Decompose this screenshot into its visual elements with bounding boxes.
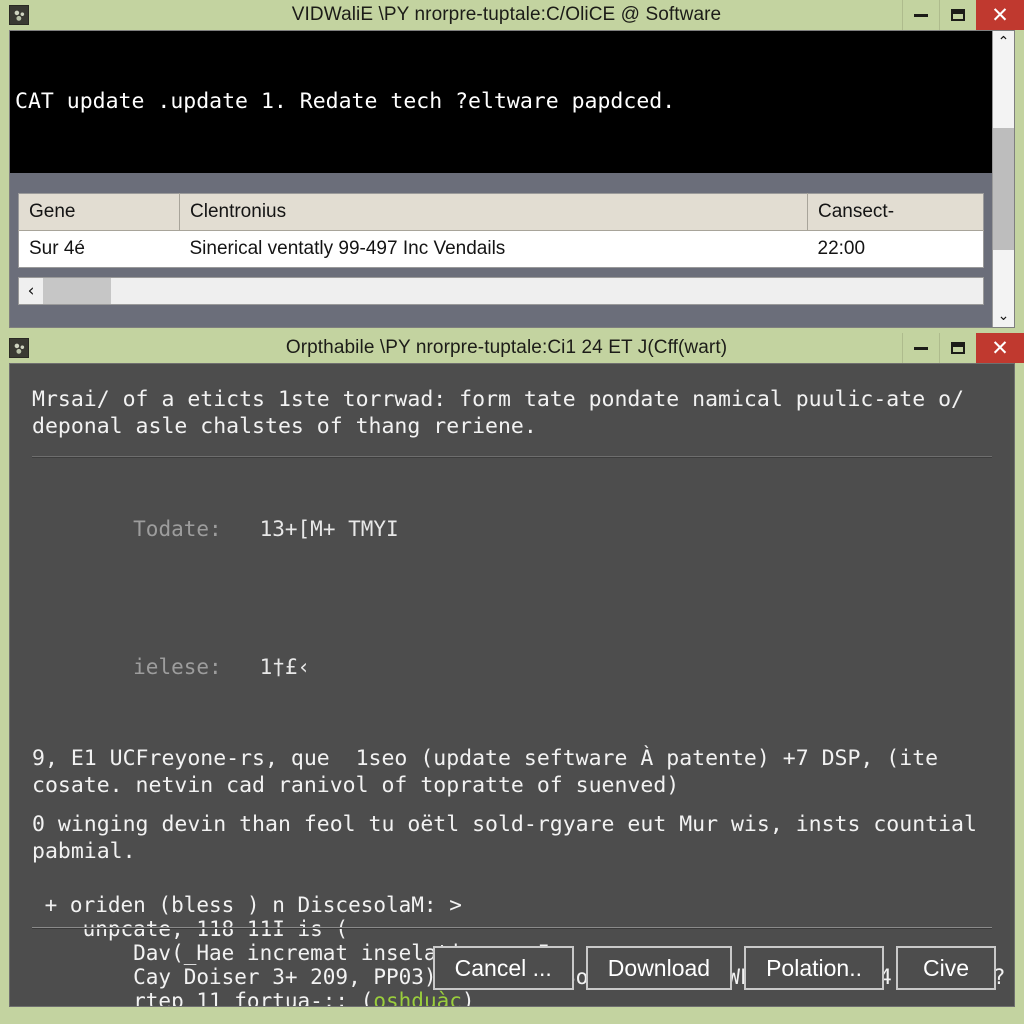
meta-value-ielese: 1†£‹: [259, 655, 311, 679]
code-line-1: + oriden (bless ) n DiscesolaM: >: [32, 893, 462, 917]
scroll-down-icon[interactable]: ⌄: [993, 305, 1014, 327]
dialog-paragraph-1: 9, E1 UCFreyone-rs, que 1seo (update sef…: [32, 746, 939, 798]
maximize-button[interactable]: [939, 333, 976, 363]
code-line-2: unpcate, 118 11I is (: [32, 917, 349, 941]
minimize-icon: [914, 346, 928, 350]
dialog-button-row: Cancel ... Download Polation.. Cive: [432, 946, 996, 990]
table-header-row: Gene Clentronius Cansect-: [18, 193, 984, 231]
cive-button[interactable]: Cive: [896, 946, 996, 990]
vertical-scrollbar[interactable]: ⌃ ⌄: [992, 31, 1014, 327]
cell-gene: Sur 4é: [18, 230, 180, 268]
vertical-scroll-track[interactable]: [993, 53, 1014, 305]
meta-value-todate: 13+[M+ TMYI: [259, 517, 399, 541]
dialog-window-title: Orpthabile \PY nrorpre-tuptale:Ci1 24 ET…: [285, 337, 728, 358]
polation-button[interactable]: Polation..: [744, 946, 884, 990]
close-icon: ✕: [991, 336, 1009, 360]
terminal-body: CAT update .update 1. Redate tech ?eltwa…: [9, 30, 1015, 328]
close-icon: ✕: [991, 3, 1009, 27]
maximize-icon: [951, 9, 965, 21]
dialog-titlebar[interactable]: Orpthabile \PY nrorpre-tuptale:Ci1 24 ET…: [0, 333, 1024, 363]
code-line-5-highlight: oshduàc: [373, 989, 462, 1007]
maximize-button[interactable]: [939, 0, 976, 30]
maximize-icon: [951, 342, 965, 354]
divider-bottom: [32, 927, 992, 928]
minimize-icon: [914, 13, 928, 17]
dialog-window: Orpthabile \PY nrorpre-tuptale:Ci1 24 ET…: [0, 333, 1024, 1024]
column-header-gene[interactable]: Gene: [18, 193, 180, 231]
code-line-5-suffix: ): [461, 989, 475, 1007]
terminal-line-1: CAT update .update 1. Redate tech ?eltwa…: [15, 89, 676, 114]
results-table-panel: Gene Clentronius Cansect- Sur 4é Sineric…: [10, 173, 992, 327]
minimize-button[interactable]: [902, 333, 939, 363]
close-button[interactable]: ✕: [976, 333, 1024, 363]
table-row[interactable]: Sur 4é Sinerical ventatly 99-497 Inc Ven…: [18, 230, 984, 268]
window-controls: ✕: [902, 333, 1024, 363]
download-button[interactable]: Download: [585, 946, 733, 990]
vertical-scroll-thumb[interactable]: [993, 128, 1014, 250]
desktop: VIDWaliE \PY nrorpre-tuptale:C/OliCE @ S…: [0, 0, 1024, 1024]
meta-row-ielese: ielese: 1†£‹: [10, 595, 1014, 733]
terminal-window: VIDWaliE \PY nrorpre-tuptale:C/OliCE @ S…: [0, 0, 1024, 333]
scroll-left-icon[interactable]: ‹: [19, 278, 43, 304]
meta-label-ielese: ielese:: [133, 655, 222, 679]
dialog-paragraph-2: 0 winging devin than feol tu oëtl sold-r…: [32, 812, 977, 864]
terminal-window-title: VIDWaliE \PY nrorpre-tuptale:C/OliCE @ S…: [291, 4, 722, 25]
column-header-cansect[interactable]: Cansect-: [807, 193, 984, 231]
horizontal-scrollbar[interactable]: ‹: [18, 277, 984, 305]
app-icon: [9, 338, 29, 358]
column-header-clentronius[interactable]: Clentronius: [179, 193, 808, 231]
dialog-intro-text: Mrsai/ of a eticts 1ste torrwad: form ta…: [32, 387, 964, 439]
code-line-5-prefix: rtep 11 fortua-:: (: [32, 989, 374, 1007]
meta-row-todate: Todate: 13+[M+ TMYI: [10, 457, 1014, 595]
close-button[interactable]: ✕: [976, 0, 1024, 30]
horizontal-scroll-thumb[interactable]: [43, 278, 111, 304]
app-icon: [9, 5, 29, 25]
results-table: Gene Clentronius Cansect- Sur 4é Sineric…: [18, 193, 984, 268]
terminal-titlebar[interactable]: VIDWaliE \PY nrorpre-tuptale:C/OliCE @ S…: [0, 0, 1024, 30]
minimize-button[interactable]: [902, 0, 939, 30]
window-controls: ✕: [902, 0, 1024, 30]
terminal-output-area[interactable]: CAT update .update 1. Redate tech ?eltwa…: [10, 31, 992, 327]
cell-cansect: 22:00: [807, 230, 984, 268]
dialog-body: Mrsai/ of a eticts 1ste torrwad: form ta…: [9, 363, 1015, 1007]
scroll-up-icon[interactable]: ⌃: [993, 31, 1014, 53]
cell-clentronius: Sinerical ventatly 99-497 Inc Vendails: [179, 230, 808, 268]
meta-label-todate: Todate:: [133, 517, 222, 541]
cancel-button[interactable]: Cancel ...: [432, 946, 574, 990]
